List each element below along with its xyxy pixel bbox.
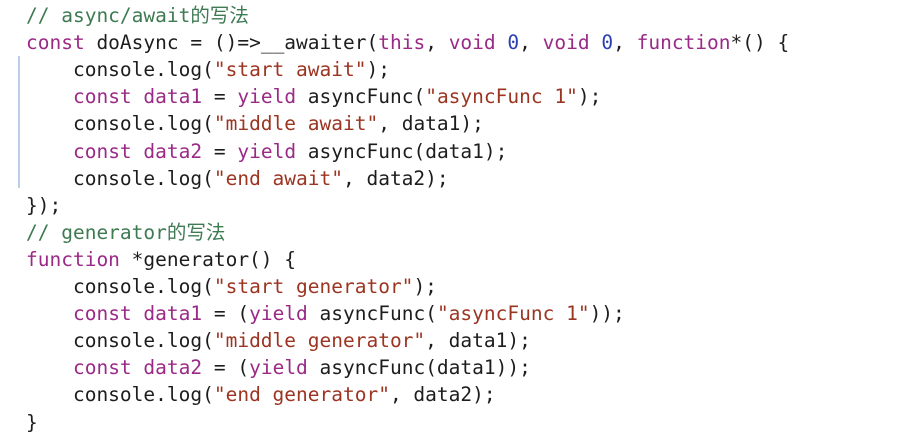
code-keyword-token: void [542,31,590,55]
code-token: , [613,31,637,55]
code-line[interactable]: console.log("start await"); [26,56,390,83]
code-string-token: "middle await" [213,112,379,136]
code-token: *generator() { [119,247,297,271]
code-token: *() { [730,31,790,55]
code-token: console.log( [26,112,214,136]
code-keyword-token: data2 [143,139,203,163]
code-keyword-token: void [448,31,496,55]
code-string-token: "asyncFunc 1" [425,85,578,109]
code-string-token: "start generator" [213,275,414,298]
code-comment-token: // async/await的写法 [26,4,249,27]
code-string-token: "end generator" [213,383,390,407]
code-token: , [519,31,543,55]
code-token: = ( [202,302,250,326]
code-comment-token: // generator的写法 [26,220,226,244]
code-line[interactable]: const data1 = (yield asyncFunc("asyncFun… [26,300,625,327]
code-keyword-token: yield [237,85,297,109]
code-token: = ( [202,356,250,380]
code-token: , [425,31,449,55]
code-token: , data2); [389,383,496,407]
code-number-token: 0 [601,31,614,55]
code-token: console.log( [26,166,214,190]
code-token: asyncFunc(data1)); [307,356,531,380]
code-line[interactable]: console.log("start generator"); [26,273,437,300]
code-token: console.log( [26,58,214,82]
code-keyword-token: yield [249,302,308,326]
code-line[interactable]: console.log("end await", data2); [26,165,449,192]
code-keyword-token: data1 [143,85,203,109]
code-string-token: "start await" [213,58,367,82]
code-keyword-token: data2 [143,356,203,380]
code-token: ); [577,85,602,109]
code-line[interactable]: console.log("middle generator", data1); [26,327,531,354]
code-string-token: "asyncFunc 1" [436,302,590,326]
code-keyword-token: data1 [143,302,203,326]
code-token: , data1); [378,112,484,136]
code-token: console.log( [26,275,214,298]
code-token: )); [589,302,625,326]
code-token: asyncFunc(data1); [296,139,508,163]
code-keyword-token: const [72,139,132,163]
code-keyword-token: this [378,31,426,55]
code-token: } [26,410,38,434]
code-line[interactable]: const data1 = yield asyncFunc("asyncFunc… [26,83,601,110]
code-keyword-token: const [72,356,132,380]
code-token: = [202,85,238,109]
code-keyword-token: const [72,85,132,109]
code-keyword-token: yield [249,356,308,380]
code-line[interactable]: const data2 = (yield asyncFunc(data1)); [26,354,531,381]
code-line[interactable]: console.log("middle await", data1); [26,110,484,137]
code-line[interactable]: const data2 = yield asyncFunc(data1); [26,138,507,165]
code-number-token: 0 [507,31,520,55]
code-string-token: "end await" [213,166,343,190]
code-line[interactable]: const doAsync = ()=>__awaiter(this, void… [26,29,789,56]
code-line[interactable]: // async/await的写法 [26,2,249,29]
text-cursor-token: = [190,31,203,55]
code-keyword-token: const [26,31,85,55]
code-token: asyncFunc( [296,85,426,109]
code-keyword-token: const [72,302,132,326]
code-line[interactable]: // generator的写法 [26,219,225,246]
code-token: console.log( [26,329,214,353]
code-token: doAsync [84,31,191,55]
block-indent-guide [18,56,20,188]
code-token: ); [413,275,437,298]
code-token: ); [366,58,390,82]
code-string-token: "middle generator" [213,329,426,353]
code-keyword-token: function [26,247,120,271]
code-token: , data1); [425,329,531,353]
code-editor[interactable]: // async/await的写法 const doAsync = ()=>__… [0,0,920,439]
code-token: asyncFunc( [307,302,437,326]
code-token: console.log( [26,383,214,407]
code-keyword-token: function [636,31,731,55]
code-line[interactable]: console.log("end generator", data2); [26,381,496,408]
code-line[interactable]: function *generator() { [26,246,296,273]
code-keyword-token: yield [237,139,297,163]
code-token: = [202,139,238,163]
code-token: }); [26,193,62,217]
code-token: , data2); [342,166,449,190]
code-line[interactable]: }); [26,192,61,219]
code-line[interactable]: } [26,409,38,436]
code-token: ()=>__awaiter( [202,31,379,55]
